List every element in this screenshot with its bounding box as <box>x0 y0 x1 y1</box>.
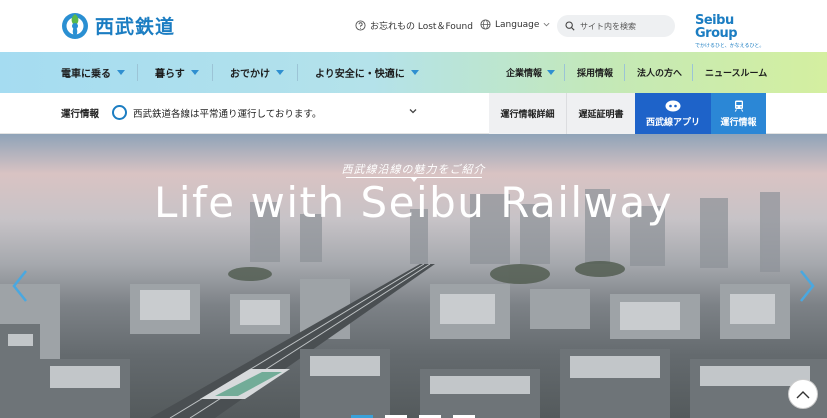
button-label: 西武線アプリ <box>645 117 700 128</box>
chevron-down-icon[interactable] <box>408 106 418 116</box>
nav-item-corporate[interactable]: 企業情報 <box>506 52 556 93</box>
nav-item-business[interactable]: 法人の方へ <box>637 52 682 93</box>
site-header: 西武鉄道 お忘れもの Lost＆Found Language Seibu Gro… <box>0 0 827 52</box>
group-tagline: でかけるひと、かなえるひと。 <box>695 43 765 49</box>
lost-found-label: お忘れもの Lost＆Found <box>370 22 473 32</box>
nav-label: 暮らす <box>155 69 185 80</box>
nav-item-living[interactable]: 暮らす <box>155 52 199 93</box>
train-icon <box>734 100 743 112</box>
smartphone-app-icon <box>665 100 681 111</box>
status-message[interactable]: 西武鉄道各線は平常通り運行しております。 <box>133 106 321 120</box>
group-name: Seibu Group <box>695 13 738 41</box>
caret-down-icon <box>190 70 199 75</box>
nav-label: 企業情報 <box>506 69 543 79</box>
language-selector[interactable]: Language <box>480 19 550 30</box>
seibu-group-logo[interactable]: Seibu Group でかけるひと、かなえるひと。 <box>695 14 769 49</box>
nav-label: 採用情報 <box>577 69 614 79</box>
seibu-logo-icon <box>62 13 88 39</box>
chevron-down-icon <box>543 22 550 27</box>
button-label: 運行情報詳細 <box>500 110 555 120</box>
button-label: 遅延証明書 <box>578 110 624 120</box>
help-circle-icon <box>355 20 366 31</box>
site-search[interactable] <box>557 15 675 37</box>
operation-detail-button[interactable]: 運行情報詳細 <box>489 93 566 134</box>
language-label: Language <box>495 19 540 30</box>
back-to-top-button[interactable] <box>788 379 818 409</box>
hero-title: Life with Seibu Railway <box>153 178 674 227</box>
search-input[interactable] <box>580 21 665 31</box>
status-label: 運行情報 <box>61 109 100 120</box>
nav-label: 法人の方へ <box>637 69 683 79</box>
arrow-left-icon[interactable] <box>8 268 32 304</box>
nav-divider <box>564 64 565 81</box>
global-nav: 電車に乗る 暮らす おでかけ より安全に・快適に 企業情報 採用情報 法人の方へ… <box>0 52 827 93</box>
logo-text: 西武鉄道 <box>95 15 176 38</box>
caret-down-icon <box>547 70 556 75</box>
nav-item-recruit[interactable]: 採用情報 <box>577 52 613 93</box>
nav-item-safety[interactable]: より安全に・快適に <box>315 52 419 93</box>
arrow-right-icon[interactable] <box>795 268 819 304</box>
delay-certificate-button[interactable]: 遅延証明書 <box>566 93 635 134</box>
nav-item-train[interactable]: 電車に乗る <box>61 52 125 93</box>
nav-label: ニュースルーム <box>705 69 768 79</box>
search-icon[interactable] <box>565 21 575 31</box>
hero-subtitle: 西武線沿線の魅力をご紹介 <box>341 163 486 176</box>
button-label: 運行情報 <box>720 117 757 128</box>
status-normal-icon <box>112 105 127 120</box>
caret-down-icon <box>117 70 125 75</box>
nav-divider <box>624 64 625 81</box>
hero-carousel: 西武線沿線の魅力をご紹介 Life with Seibu Railway <box>0 134 827 418</box>
operation-status-bar: 運行情報 西武鉄道各線は平常通り運行しております。 運行情報詳細 遅延証明書 西… <box>0 93 827 134</box>
seibu-app-button[interactable]: 西武線アプリ <box>635 93 711 134</box>
nav-divider <box>692 64 693 81</box>
nav-label: 電車に乗る <box>61 69 111 80</box>
caret-down-icon <box>276 70 284 75</box>
nav-item-newsroom[interactable]: ニュースルーム <box>705 52 767 93</box>
nav-label: おでかけ <box>230 69 270 80</box>
nav-divider <box>212 64 213 81</box>
nav-item-outing[interactable]: おでかけ <box>230 52 284 93</box>
operation-info-button[interactable]: 運行情報 <box>711 93 766 134</box>
nav-label: より安全に・快適に <box>315 69 405 80</box>
site-logo[interactable]: 西武鉄道 <box>60 10 175 40</box>
nav-divider <box>297 64 298 81</box>
caret-down-icon <box>410 70 419 75</box>
nav-divider <box>137 64 138 81</box>
globe-icon <box>480 19 491 30</box>
arrow-up-icon <box>796 390 810 398</box>
lost-found-link[interactable]: お忘れもの Lost＆Found <box>355 19 473 32</box>
